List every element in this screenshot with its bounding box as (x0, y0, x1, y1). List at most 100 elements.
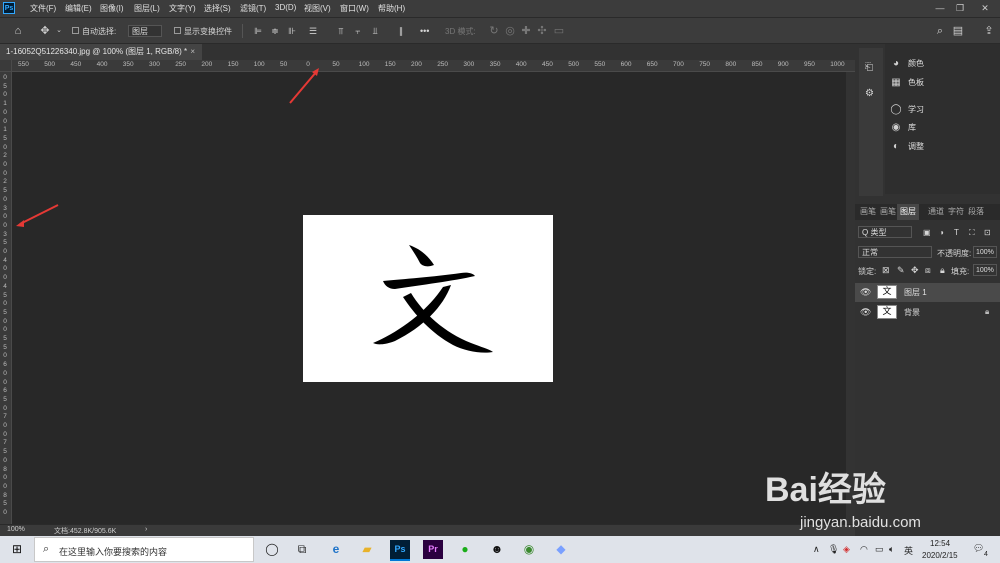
document-canvas[interactable] (303, 215, 553, 382)
menu-type[interactable]: 文字(Y) (169, 3, 196, 14)
menu-image[interactable]: 图像(I) (100, 3, 124, 14)
panel-swatches[interactable]: ▦ 色板 (890, 75, 924, 91)
microphone-icon[interactable]: 🎙︎ (828, 544, 839, 555)
align-bottom-icon[interactable]: ⫫ (368, 24, 382, 38)
battery-icon[interactable]: ▭ (875, 544, 884, 555)
notification-icon[interactable]: 💬︎ (973, 543, 984, 554)
lock-transparent-icon[interactable]: ⊠ (882, 265, 890, 276)
filter-adjust-icon[interactable]: ◑ (939, 228, 944, 237)
file-explorer-icon[interactable]: ▰ (357, 540, 377, 559)
workspace-icon[interactable]: ▤ (951, 24, 965, 38)
align-middle-icon[interactable]: ⫟ (351, 24, 365, 38)
distribute-vertical-icon[interactable]: ∥ (394, 24, 408, 38)
layer-name[interactable]: 图层 1 (904, 287, 927, 298)
volume-icon[interactable]: 🔈︎ (889, 544, 894, 555)
properties-icon[interactable]: ⚙ (865, 88, 874, 99)
menu-layer[interactable]: 图层(L) (134, 3, 160, 14)
tab-brush-settings[interactable]: 画笔 (880, 204, 896, 220)
share-icon[interactable]: ⇪ (982, 24, 996, 38)
lock-all-icon[interactable]: 🔒︎ (940, 265, 945, 276)
eye-icon[interactable]: 👁︎ (860, 307, 871, 318)
menu-3d[interactable]: 3D(D) (275, 3, 296, 12)
lock-artboard-icon[interactable]: ⧈ (925, 265, 931, 276)
clock-time[interactable]: 12:54 (930, 539, 950, 548)
tray-app-icon[interactable]: ◈ (843, 544, 850, 555)
3d-rotate-icon[interactable]: ↻ (487, 24, 501, 38)
menu-window[interactable]: 窗口(W) (340, 3, 369, 14)
close-button[interactable]: ✕ (975, 2, 995, 14)
layer-filter-dropdown[interactable]: Q 类型 (858, 226, 912, 238)
chevron-down-icon[interactable]: ⌄ (52, 24, 66, 38)
filter-smart-icon[interactable]: ⊡ (984, 228, 991, 237)
ime-indicator[interactable]: 英 (904, 544, 913, 557)
menu-edit[interactable]: 编辑(E) (65, 3, 92, 14)
lock-brush-icon[interactable]: ✎ (897, 265, 905, 276)
auto-select-dropdown[interactable]: 图层 (128, 25, 162, 37)
clock-date[interactable]: 2020/2/15 (922, 551, 958, 560)
menu-file[interactable]: 文件(F) (30, 3, 56, 14)
menu-view[interactable]: 视图(V) (304, 3, 331, 14)
layer-name[interactable]: 背景 (904, 307, 920, 318)
restore-button[interactable]: ❐ (950, 2, 970, 14)
3d-roll-icon[interactable]: ◎ (503, 24, 517, 38)
network-icon[interactable]: ◠ (860, 544, 868, 555)
menu-select[interactable]: 选择(S) (204, 3, 231, 14)
minimize-button[interactable]: — (930, 2, 950, 14)
align-top-icon[interactable]: ⫪ (334, 24, 348, 38)
document-tab[interactable]: 1-16052Q51226340.jpg @ 100% (图层 1, RGB/8… (0, 44, 202, 60)
eye-icon[interactable]: 👁︎ (860, 287, 871, 298)
panel-adjustments[interactable]: ◐ 调整 (890, 139, 924, 155)
status-menu-arrow[interactable]: › (145, 526, 147, 533)
layer-row[interactable]: 👁︎ 文 图层 1 (855, 283, 1000, 302)
layer-row[interactable]: 👁︎ 文 背景 🔒︎ (855, 303, 1000, 322)
filter-pixel-icon[interactable]: ▣ (923, 228, 931, 237)
cortana-icon[interactable]: ◯ (262, 540, 282, 559)
blend-mode-dropdown[interactable]: 正常 (858, 246, 932, 258)
horizontal-ruler[interactable]: 550 500 450 400 350 300 250 200 150 100 50 0 50 100 15… (12, 60, 855, 72)
align-right-icon[interactable]: ⊪ (285, 24, 299, 38)
align-center-icon[interactable]: ≑ (268, 24, 282, 38)
home-icon[interactable]: ⌂ (11, 24, 25, 38)
move-tool-icon[interactable]: ✥ (38, 24, 52, 38)
vertical-scrollbar[interactable] (846, 72, 855, 524)
tab-channels[interactable]: 通道 (928, 204, 944, 220)
history-icon[interactable]: ⎗ (865, 62, 873, 73)
filter-type-icon[interactable]: T (954, 228, 959, 237)
more-options-button[interactable]: ••• (420, 26, 429, 36)
3d-camera-icon[interactable]: ▭ (552, 24, 566, 38)
browser-icon[interactable]: ◉ (519, 540, 539, 559)
panel-color[interactable]: ◕ 颜色 (890, 56, 924, 72)
lock-position-icon[interactable]: ✥ (911, 265, 919, 276)
show-transform-checkbox[interactable] (174, 27, 181, 34)
3d-pan-icon[interactable]: ✚ (519, 24, 533, 38)
panel-learn[interactable]: ◯ 学习 (890, 102, 924, 118)
photoshop-taskbar-icon[interactable]: Ps (390, 540, 410, 561)
tab-layers[interactable]: 图层 (897, 204, 919, 220)
menu-help[interactable]: 帮助(H) (378, 3, 405, 14)
zoom-level[interactable]: 100% (7, 526, 25, 533)
tray-expand-icon[interactable]: ∧ (813, 544, 820, 555)
menu-filter[interactable]: 滤镜(T) (240, 3, 266, 14)
vertical-ruler[interactable]: 0501001502002503003504004505005506006507… (0, 60, 12, 524)
tab-paragraph[interactable]: 段落 (968, 204, 984, 220)
tab-brush[interactable]: 画笔 (860, 204, 876, 220)
opacity-input[interactable]: 100% (973, 246, 997, 258)
search-icon[interactable]: ⌕ (933, 24, 947, 38)
tab-character[interactable]: 字符 (948, 204, 964, 220)
app-icon[interactable]: ◆ (551, 540, 571, 559)
3d-slide-icon[interactable]: ✣ (535, 24, 549, 38)
qq-icon[interactable]: ☻ (487, 540, 507, 559)
taskbar-search[interactable]: ⌕ 在这里输入你要搜索的内容 (34, 537, 254, 562)
windows-start-icon[interactable]: ⊞ (7, 540, 27, 559)
premiere-icon[interactable]: Pr (423, 540, 443, 559)
align-left-icon[interactable]: ⊫ (251, 24, 265, 38)
wechat-icon[interactable]: ● (455, 540, 475, 559)
distribute-icon[interactable]: ☰ (306, 24, 320, 38)
auto-select-checkbox[interactable] (72, 27, 79, 34)
close-tab-icon[interactable]: × (190, 44, 195, 60)
filter-shape-icon[interactable]: ⛶ (969, 228, 975, 238)
fill-input[interactable]: 100% (973, 264, 997, 276)
edge-icon[interactable]: e (326, 540, 346, 559)
panel-libraries[interactable]: ◉ 库 (890, 120, 916, 136)
task-view-icon[interactable]: ⧉ (292, 540, 312, 559)
